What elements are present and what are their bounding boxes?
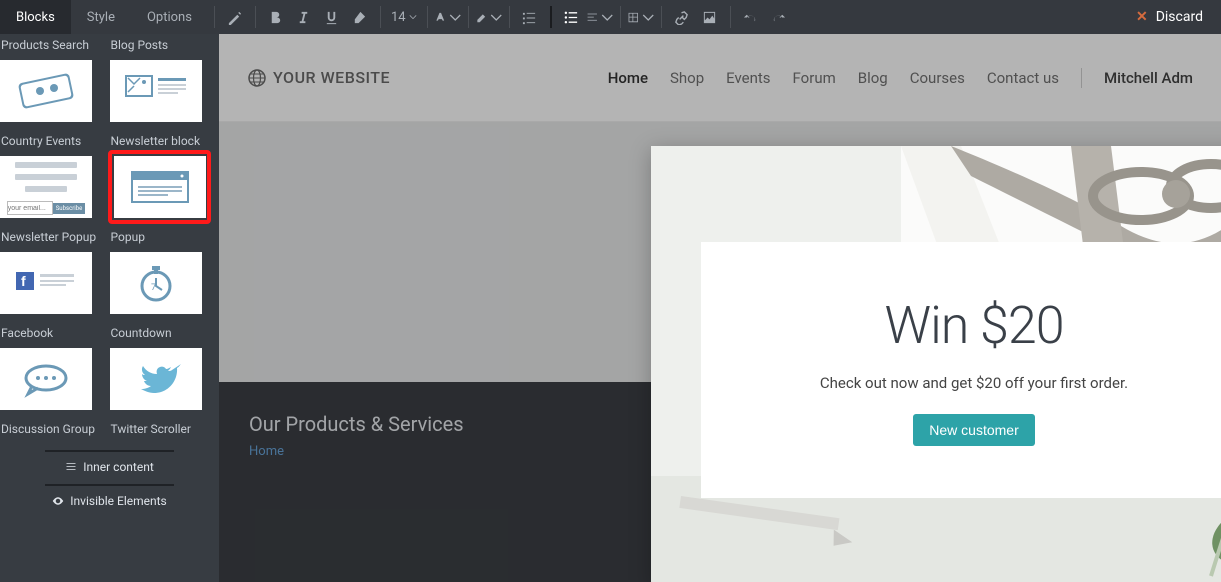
popup-title: Win $20	[884, 295, 1063, 356]
list-bullet-icon[interactable]	[558, 0, 586, 34]
undo-icon[interactable]	[737, 0, 765, 34]
block-label: Products Search	[0, 38, 110, 52]
discard-label: Discard	[1156, 9, 1203, 25]
popup-cta-button[interactable]: New customer	[913, 414, 1034, 446]
discard-button[interactable]: ✕ Discard	[1118, 0, 1221, 34]
block-popup[interactable]	[114, 156, 206, 218]
italic-icon[interactable]	[290, 0, 318, 34]
block-label: Countdown	[110, 326, 220, 340]
block-country-events[interactable]	[0, 60, 92, 122]
block-label: Twitter Scroller	[110, 422, 220, 436]
align-icon[interactable]	[586, 0, 614, 34]
link-icon[interactable]	[668, 0, 696, 34]
block-facebook[interactable]: f	[0, 252, 92, 314]
magic-icon[interactable]	[221, 0, 249, 34]
svg-text:f: f	[21, 273, 26, 289]
tab-style[interactable]: Style	[71, 0, 131, 34]
blocks-panel: Products Search Blog Posts Country Event…	[0, 34, 219, 582]
block-label: Blog Posts	[110, 38, 220, 52]
popup-subtitle: Check out now and get $20 off your first…	[820, 374, 1128, 392]
block-newsletter-popup[interactable]: Subscribe	[0, 156, 92, 218]
block-label: Facebook	[0, 326, 110, 340]
block-label: Newsletter Popup	[0, 230, 110, 244]
email-preview-input	[7, 201, 53, 215]
tab-blocks[interactable]: Blocks	[0, 0, 71, 34]
list-ordered-icon[interactable]	[516, 0, 544, 34]
section-invisible-elements[interactable]: Invisible Elements	[0, 490, 219, 512]
block-popup-highlighted	[108, 150, 212, 224]
svg-text:7: 7	[151, 283, 156, 293]
popup-content-card[interactable]: Win $20 Check out now and get $20 off yo…	[701, 242, 1221, 498]
block-discussion-group[interactable]	[0, 348, 92, 410]
website-canvas: YOUR WEBSITE Home Shop Events Forum Blog…	[219, 34, 1221, 582]
eraser-icon[interactable]	[346, 0, 374, 34]
block-newsletter-block[interactable]	[110, 60, 202, 122]
promo-popup: × Win $20 Check out now and get $20 off …	[651, 146, 1221, 582]
subscribe-preview: Subscribe	[53, 203, 86, 214]
close-icon: ✕	[1136, 9, 1148, 25]
block-label: Country Events	[0, 134, 110, 148]
block-countdown[interactable]: 7	[110, 252, 202, 314]
highlight-icon[interactable]	[475, 0, 503, 34]
redo-icon[interactable]	[765, 0, 793, 34]
font-size-picker[interactable]: 14	[387, 0, 421, 34]
tab-options[interactable]: Options	[131, 0, 208, 34]
block-label: Newsletter block	[110, 134, 220, 148]
block-twitter-scroller[interactable]	[110, 348, 202, 410]
font-color-icon[interactable]	[434, 0, 462, 34]
block-label: Popup	[110, 230, 220, 244]
image-icon[interactable]	[696, 0, 724, 34]
editor-toolbar: Blocks Style Options 14 ✕ Discar	[0, 0, 1221, 34]
bold-icon[interactable]	[262, 0, 290, 34]
underline-icon[interactable]	[318, 0, 346, 34]
editor-tabs: Blocks Style Options	[0, 0, 208, 34]
block-label: Discussion Group	[0, 422, 110, 436]
table-icon[interactable]	[627, 0, 655, 34]
section-inner-content[interactable]: Inner content	[0, 456, 219, 478]
